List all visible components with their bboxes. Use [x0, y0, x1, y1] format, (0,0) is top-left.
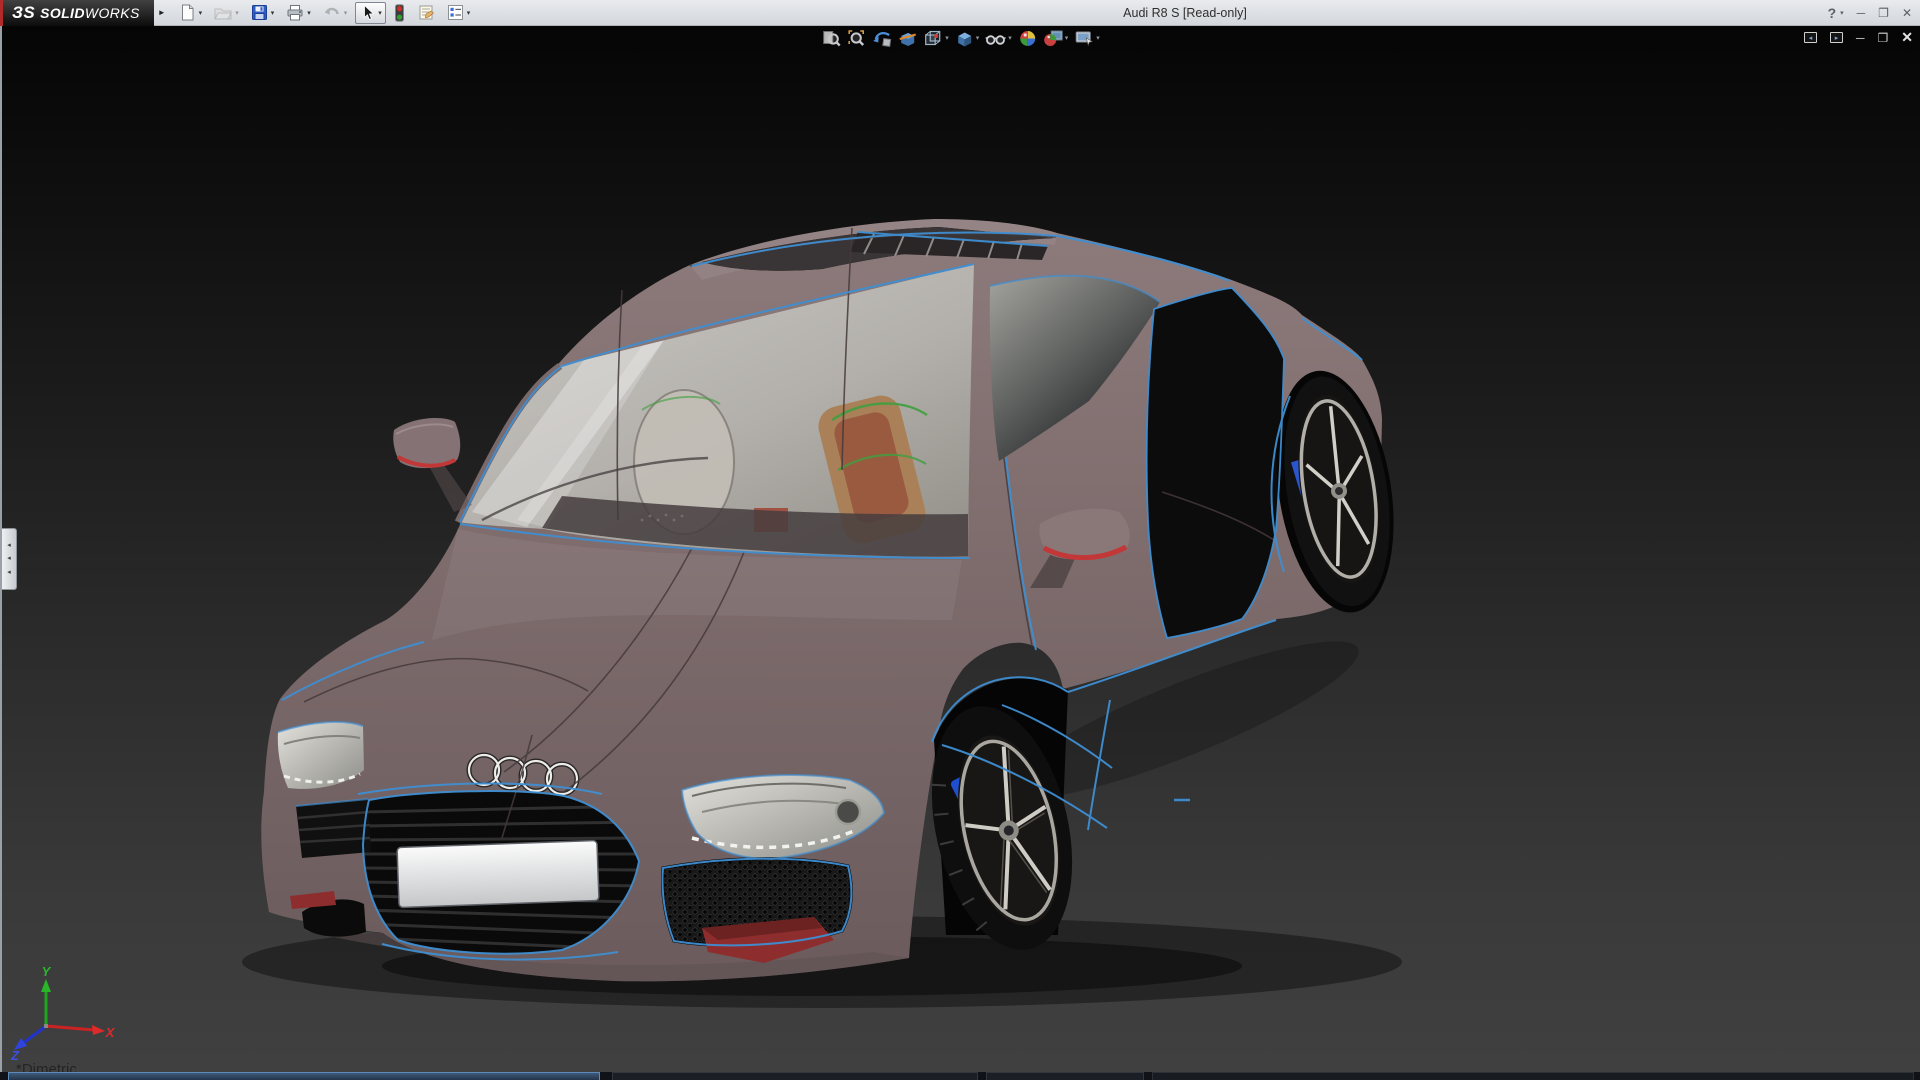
display-style-dropdown-icon[interactable]: ▾	[976, 34, 980, 42]
apply-scene-icon	[1043, 29, 1063, 48]
collapse-arrow-icon: ◂	[7, 566, 11, 579]
solidworks-logo: ЗS SOLID WORKS	[0, 0, 154, 26]
edit-appearance-button[interactable]	[1015, 29, 1040, 48]
pane-toggle-right-button[interactable]: ▸	[1830, 32, 1843, 43]
open-icon	[214, 4, 232, 21]
section-view-icon	[898, 29, 917, 48]
license-plate	[397, 841, 599, 908]
doc-restore-button[interactable]: ❐	[1878, 31, 1889, 45]
options-icon	[447, 4, 464, 21]
open-button[interactable]: ▾	[210, 2, 243, 24]
new-document-button[interactable]: ▾	[175, 2, 207, 24]
new-dropdown-icon[interactable]: ▾	[199, 9, 203, 17]
doc-minimize-button[interactable]: ─	[1856, 31, 1865, 45]
triad-y-label: Y	[42, 964, 52, 979]
app-restore-button[interactable]: ❐	[1878, 6, 1889, 20]
section-view-button[interactable]	[895, 29, 920, 48]
open-dropdown-icon[interactable]: ▾	[235, 9, 239, 17]
print-icon	[286, 4, 304, 21]
edit-appearance-icon	[1018, 29, 1037, 48]
view-orientation-icon	[923, 29, 943, 48]
view-settings-dropdown-icon[interactable]: ▾	[1096, 34, 1100, 42]
taskbar-button[interactable]	[612, 1072, 978, 1080]
print-button[interactable]: ▾	[282, 2, 315, 24]
app-minimize-button[interactable]: ─	[1857, 6, 1866, 20]
audi-r8-model[interactable]	[2, 26, 1920, 1072]
rebuild-stoplight-icon	[394, 4, 405, 22]
orientation-triad[interactable]: Y X Z	[6, 964, 131, 1060]
zoom-to-fit-icon	[822, 29, 841, 48]
select-button[interactable]: ▾	[355, 2, 386, 24]
options-button[interactable]: ▾	[443, 2, 475, 24]
print-dropdown-icon[interactable]: ▾	[307, 9, 311, 17]
taskbar-button[interactable]	[986, 1072, 1144, 1080]
select-dropdown-icon[interactable]: ▾	[378, 9, 382, 17]
view-orientation-button[interactable]: ▾	[920, 29, 952, 48]
file-properties-button[interactable]	[413, 2, 439, 24]
options-dropdown-icon[interactable]: ▾	[467, 9, 471, 17]
previous-view-button[interactable]	[869, 29, 895, 48]
zoom-to-area-button[interactable]	[844, 29, 869, 48]
view-orientation-dropdown-icon[interactable]: ▾	[945, 34, 949, 42]
app-window-controls: ? ▾ ─ ❐ ✕	[1828, 0, 1912, 26]
save-button[interactable]: ▾	[247, 2, 279, 24]
apply-scene-button[interactable]: ▾	[1040, 29, 1072, 48]
file-properties-icon	[417, 4, 435, 21]
taskbar-sliver	[0, 1072, 1920, 1080]
rebuild-button[interactable]	[390, 2, 409, 24]
view-orientation-label: *Dimetric	[16, 1061, 77, 1072]
document-window-controls: ◂ ▸ ─ ❐ ✕	[1804, 29, 1913, 46]
app-close-button[interactable]: ✕	[1902, 6, 1912, 20]
display-style-icon	[955, 29, 974, 48]
display-style-button[interactable]: ▾	[952, 29, 983, 48]
doc-close-button[interactable]: ✕	[1901, 29, 1913, 46]
view-settings-button[interactable]: ▾	[1071, 29, 1103, 48]
save-dropdown-icon[interactable]: ▾	[271, 9, 275, 17]
help-button[interactable]: ?	[1828, 5, 1837, 21]
hide-show-dropdown-icon[interactable]: ▾	[1008, 34, 1012, 42]
title-bar: ЗS SOLID WORKS ► ▾ ▾ ▾ ▾ ▾ ▾	[0, 0, 1920, 26]
view-settings-icon	[1074, 29, 1094, 48]
taskbar-button[interactable]	[1152, 1072, 1914, 1080]
solidworks-logo-glyph: ЗS	[12, 3, 35, 23]
save-icon	[251, 4, 268, 21]
pane-toggle-left-button[interactable]: ◂	[1804, 32, 1817, 43]
projector-lens	[836, 800, 860, 824]
headsup-view-toolbar: ▾ ▾ ▾ ▾ ▾	[819, 28, 1103, 48]
undo-button[interactable]: ▾	[319, 2, 352, 24]
hide-show-items-button[interactable]: ▾	[982, 29, 1015, 48]
new-document-icon	[179, 4, 196, 21]
feature-panel-splitter[interactable]: ◂ ◂ ◂	[2, 528, 17, 590]
hide-show-items-icon	[985, 29, 1006, 48]
undo-dropdown-icon[interactable]: ▾	[344, 9, 348, 17]
triad-z-label: Z	[10, 1048, 20, 1060]
help-dropdown-icon[interactable]: ▾	[1840, 9, 1844, 17]
select-arrow-icon	[359, 4, 375, 21]
left-mirror[interactable]	[393, 418, 472, 512]
graphics-viewport[interactable]: ▾ ▾ ▾ ▾ ▾ ◂ ▸ ─ ❐ ✕ ◂ ◂ ◂	[0, 26, 1920, 1072]
left-headlight[interactable]	[278, 722, 364, 789]
document-title: Audi R8 S [Read-only]	[1040, 6, 1330, 20]
brand-bold: SOLID	[40, 5, 85, 21]
zoom-to-fit-button[interactable]	[819, 29, 844, 48]
brand-light: WORKS	[85, 5, 140, 21]
zoom-to-area-icon	[847, 29, 866, 48]
taskbar-active-button[interactable]	[8, 1072, 600, 1080]
titlebar-red-edge	[0, 0, 3, 26]
previous-view-icon	[872, 29, 892, 48]
undo-icon	[323, 4, 341, 21]
triad-x-label: X	[105, 1025, 116, 1040]
main-toolbar: ▾ ▾ ▾ ▾ ▾ ▾ ▾	[173, 0, 477, 26]
collapse-arrow-icon: ◂	[7, 552, 11, 565]
apply-scene-dropdown-icon[interactable]: ▾	[1065, 34, 1069, 42]
toolbar-overflow-icon[interactable]: ►	[158, 8, 166, 17]
collapse-arrow-icon: ◂	[7, 539, 11, 552]
